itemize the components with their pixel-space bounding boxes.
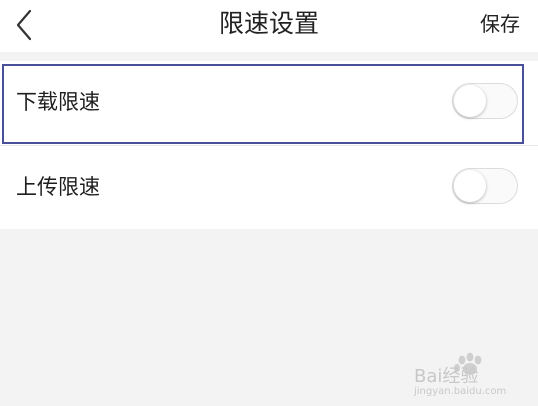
watermark-url: jingyan.baidu.com [414,386,507,397]
back-button[interactable] [10,6,44,44]
top-bar: 限速设置 保存 [0,0,538,52]
save-button[interactable]: 保存 [480,9,520,39]
toggle-knob [454,85,486,117]
watermark-brand: Bai经验 [414,366,479,387]
baidu-jingyan-watermark: Bai经验 jingyan.baidu.com [410,352,530,402]
upload-limit-row[interactable]: 上传限速 [0,145,538,230]
chevron-left-icon [16,9,32,41]
settings-list: 下载限速 上传限速 [0,61,538,229]
download-limit-toggle[interactable] [452,83,518,119]
download-limit-row[interactable]: 下载限速 [0,61,538,145]
toggle-knob [454,170,486,202]
paw-icon [454,352,482,375]
page-title: 限速设置 [218,9,319,38]
download-limit-label: 下载限速 [16,90,100,114]
upload-limit-toggle[interactable] [452,168,518,204]
upload-limit-label: 上传限速 [16,175,100,199]
